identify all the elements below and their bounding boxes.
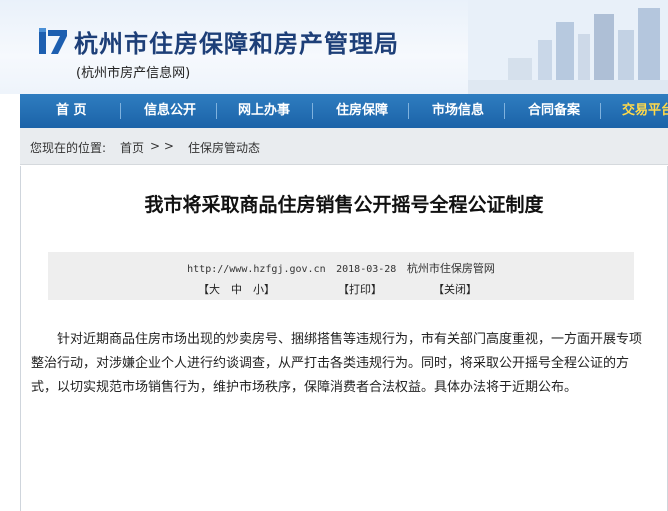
nav-divider	[216, 103, 217, 119]
article-source: 杭州市住保房管网	[406, 262, 495, 275]
nav-divider	[600, 103, 601, 119]
city-skyline-image	[468, 0, 668, 94]
nav-online-services[interactable]: 网上办事	[238, 94, 290, 128]
nav-divider	[504, 103, 505, 119]
nav-divider	[408, 103, 409, 119]
article-meta-line: http://www.hzfgj.gov.cn 2018-03-28 杭州市住保…	[48, 260, 634, 276]
site-logo[interactable]	[38, 26, 68, 56]
nav-divider	[312, 103, 313, 119]
site-subtitle: (杭州市房产信息网)	[76, 66, 191, 81]
article-meta-box: http://www.hzfgj.gov.cn 2018-03-28 杭州市住保…	[48, 252, 634, 300]
breadcrumb: 您现在的位置: 首页 > > 住保房管动态	[20, 128, 668, 165]
nav-contract-filing[interactable]: 合同备案	[528, 94, 580, 128]
nav-divider	[120, 103, 121, 119]
breadcrumb-home-link[interactable]: 首页	[120, 139, 144, 156]
site-title: 杭州市住房保障和房产管理局	[74, 29, 399, 58]
breadcrumb-separator: > >	[150, 139, 174, 153]
article-title: 我市将采取商品住房销售公开摇号全程公证制度	[144, 194, 544, 216]
breadcrumb-prefix: 您现在的位置:	[30, 141, 107, 155]
article-container: 我市将采取商品住房销售公开摇号全程公证制度 http://www.hzfgj.g…	[20, 166, 668, 511]
article-body: 针对近期商品住房市场出现的炒卖房号、捆绑搭售等违规行为，市有关部门高度重视，一方…	[31, 332, 643, 395]
nav-trading-platform[interactable]: 交易平台	[622, 94, 668, 128]
nav-home[interactable]: 首 页	[56, 94, 87, 128]
font-size-toggle[interactable]: 【大 中 小】	[198, 281, 275, 297]
article-url: http://www.hzfgj.gov.cn	[187, 264, 326, 275]
close-button[interactable]: 【关闭】	[433, 281, 477, 297]
nav-housing-security[interactable]: 住房保障	[336, 94, 388, 128]
article-date: 2018-03-28	[336, 264, 397, 275]
breadcrumb-current[interactable]: 住保房管动态	[188, 139, 260, 156]
print-button[interactable]: 【打印】	[338, 281, 382, 297]
nav-market-info[interactable]: 市场信息	[432, 94, 484, 128]
main-nav: 首 页 信息公开 网上办事 住房保障 市场信息 合同备案 交易平台	[20, 94, 668, 128]
nav-info-disclosure[interactable]: 信息公开	[144, 94, 196, 128]
site-header: 杭州市住房保障和房产管理局 (杭州市房产信息网)	[0, 0, 668, 94]
